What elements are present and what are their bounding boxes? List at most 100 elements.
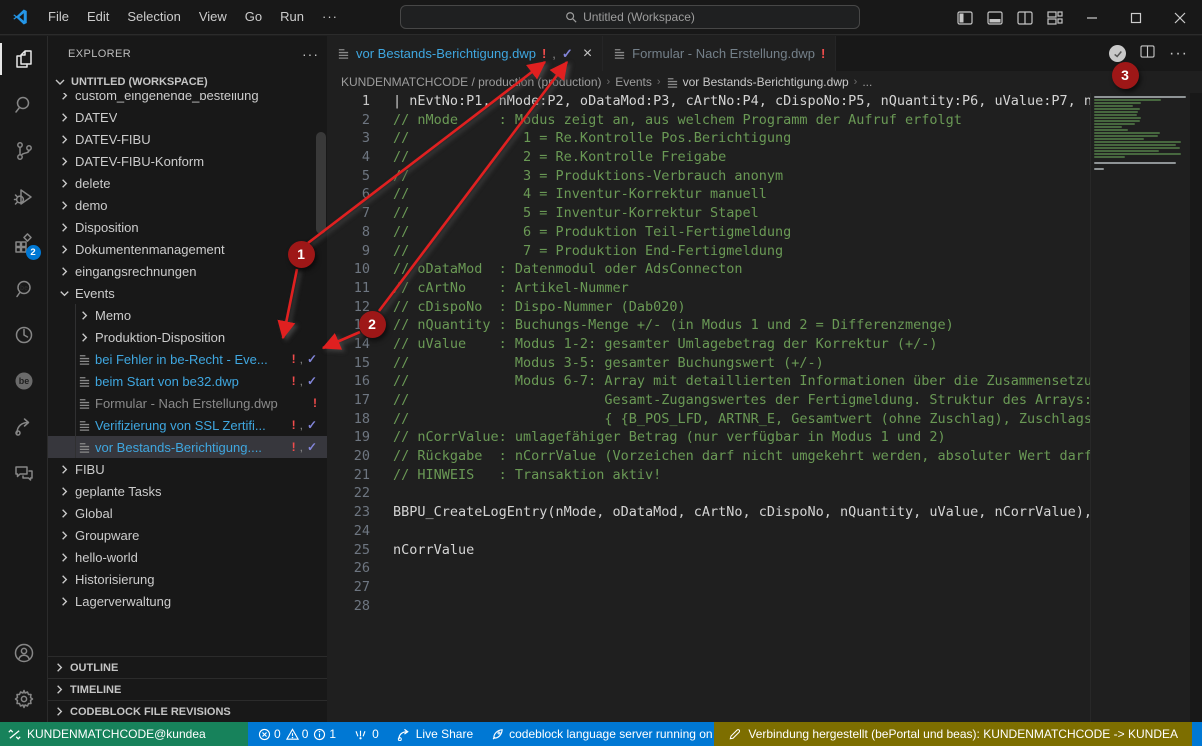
info-count: 1	[329, 727, 336, 741]
status-bar-tail	[1192, 722, 1202, 746]
remote-indicator[interactable]: KUNDENMATCHCODE@kundea	[0, 722, 248, 746]
tree-folder-datev-fibu-konform[interactable]: DATEV-FIBU-Konform	[48, 150, 327, 172]
info-icon	[313, 728, 326, 741]
menu-item-view[interactable]: View	[190, 4, 236, 30]
activity-be-search-icon[interactable]: be	[0, 266, 48, 312]
code-editor[interactable]: 1| nEvtNo:P1, nMode:P2, oDataMod:P3, cAr…	[327, 93, 1090, 722]
chevron-right-icon	[56, 462, 72, 477]
tree-file-beim-start-von-be32-dwp[interactable]: beim Start von be32.dwp!,✓	[48, 370, 327, 392]
minimap[interactable]	[1090, 93, 1190, 722]
minimize-button[interactable]	[1070, 0, 1114, 35]
tree-folder-custom-eingehende-bestellung[interactable]: custom_eingehende_bestellung	[48, 93, 327, 106]
activity-run-and-debug-icon[interactable]	[0, 174, 48, 220]
tree-folder-datev[interactable]: DATEV	[48, 106, 327, 128]
connection-status[interactable]: Verbindung hergestellt (bePortal und bea…	[714, 722, 1192, 746]
sidebar-scrollbar[interactable]	[316, 132, 326, 234]
activity-search-icon[interactable]	[0, 82, 48, 128]
split-editor-action-icon[interactable]	[1140, 45, 1155, 63]
editor-scrollbar[interactable]	[1190, 93, 1202, 722]
tree-file-verifizierung-von-ssl-zertifi[interactable]: Verifizierung von SSL Zertifi...!,✓	[48, 414, 327, 436]
language-server-status[interactable]: codeblock language server running on por…	[491, 727, 714, 741]
tab-vor-bestands-berichtigung-dwp[interactable]: vor Bestands-Berichtigung.dwp!,✓×	[327, 36, 603, 71]
menu-item-file[interactable]: File	[39, 4, 78, 30]
split-editor-icon[interactable]	[1010, 0, 1040, 35]
menu-item-go[interactable]: Go	[236, 4, 271, 30]
chevron-right-icon	[56, 93, 72, 103]
activity-share-icon[interactable]	[0, 404, 48, 450]
error-count: 0	[274, 727, 281, 741]
tree-folder-memo[interactable]: Memo	[48, 304, 327, 326]
section-codeblock-file-revisions[interactable]: CODEBLOCK FILE REVISIONS	[48, 700, 327, 722]
toggle-sidebar-icon[interactable]	[950, 0, 980, 35]
close-button[interactable]	[1158, 0, 1202, 35]
section-label: CODEBLOCK FILE REVISIONS	[70, 706, 231, 718]
line-text: // nCorrValue: umlagefähiger Betrag (nur…	[370, 429, 946, 448]
tree-folder-hello-world[interactable]: hello-world	[48, 546, 327, 568]
tree-folder-demo[interactable]: demo	[48, 194, 327, 216]
tab-close-icon[interactable]: ×	[583, 45, 592, 63]
title-bar: FileEditSelectionViewGoRun··· Untitled (…	[0, 0, 1202, 35]
problems-status[interactable]: 0 0 1	[258, 727, 336, 741]
tree-folder-delete[interactable]: delete	[48, 172, 327, 194]
check-action-icon[interactable]	[1109, 45, 1126, 62]
menu-item-selection[interactable]: Selection	[118, 4, 189, 30]
error-decoration: !	[313, 396, 317, 410]
tree-item-label: DATEV-FIBU-Konform	[75, 154, 204, 169]
activity-comments-icon[interactable]	[0, 450, 48, 496]
tree-file-vor-bestands-berichtigung[interactable]: vor Bestands-Berichtigung....!,✓	[48, 436, 327, 458]
line-text: // 4 = Inventur-Korrektur manuell	[370, 186, 767, 205]
tree-folder-events[interactable]: Events	[48, 282, 327, 304]
activity-extensions-icon[interactable]: 2	[0, 220, 48, 266]
tree-folder-fibu[interactable]: FIBU	[48, 458, 327, 480]
tree-folder-lagerverwaltung[interactable]: Lagerverwaltung	[48, 590, 327, 612]
tree-folder-dokumentenmanagement[interactable]: Dokumentenmanagement	[48, 238, 327, 260]
menu-item-[interactable]: ···	[313, 4, 347, 30]
tree-folder-disposition[interactable]: Disposition	[48, 216, 327, 238]
menu-item-run[interactable]: Run	[271, 4, 313, 30]
decoration-comma: ,	[300, 440, 303, 454]
tree-folder-historisierung[interactable]: Historisierung	[48, 568, 327, 590]
tree-item-label: beim Start von be32.dwp	[95, 374, 239, 389]
live-share-status[interactable]: Live Share	[397, 727, 473, 741]
chevron-right-icon	[76, 308, 92, 323]
section-outline[interactable]: OUTLINE	[48, 656, 327, 678]
breadcrumb-segment[interactable]: KUNDENMATCHCODE / production (production…	[341, 75, 602, 89]
menu-item-edit[interactable]: Edit	[78, 4, 118, 30]
workspace-root-row[interactable]: UNTITLED (WORKSPACE)	[48, 71, 327, 93]
code-line: 8// 6 = Produktion Teil-Fertigmeldung	[327, 224, 1090, 243]
tab-formular-nach-erstellung-dwp[interactable]: Formular - Nach Erstellung.dwp!	[603, 36, 836, 71]
code-line: 15// Modus 3-5: gesamter Buchungswert (+…	[327, 355, 1090, 374]
tab-check-decoration: ✓	[562, 46, 573, 62]
activity-account-icon[interactable]	[0, 630, 48, 676]
section-label: TIMELINE	[70, 684, 121, 696]
activity-be-logo-icon[interactable]: be	[0, 358, 48, 404]
chevron-right-icon	[56, 110, 72, 125]
tree-folder-mocks[interactable]: mocks	[48, 612, 327, 617]
customize-layout-icon[interactable]	[1040, 0, 1070, 35]
activity-history-icon[interactable]	[0, 312, 48, 358]
section-timeline[interactable]: TIMELINE	[48, 678, 327, 700]
tree-folder-produktion-disposition[interactable]: Produktion-Disposition	[48, 326, 327, 348]
breadcrumb-segment[interactable]: vor Bestands-Berichtigung.dwp	[666, 75, 849, 89]
maximize-button[interactable]	[1114, 0, 1158, 35]
tree-folder-groupware[interactable]: Groupware	[48, 524, 327, 546]
tree-folder-datev-fibu[interactable]: DATEV-FIBU	[48, 128, 327, 150]
toggle-panel-icon[interactable]	[980, 0, 1010, 35]
line-text	[370, 560, 393, 579]
tree-folder-global[interactable]: Global	[48, 502, 327, 524]
tree-folder-geplante-tasks[interactable]: geplante Tasks	[48, 480, 327, 502]
breadcrumb-segment[interactable]: Events	[615, 75, 652, 89]
tree-item-label: mocks	[75, 616, 113, 618]
more-actions-button[interactable]: ···	[1169, 45, 1188, 63]
explorer-more-button[interactable]: ···	[302, 46, 319, 62]
activity-explorer-icon[interactable]	[0, 36, 48, 82]
activity-source-control-icon[interactable]	[0, 128, 48, 174]
activity-settings-icon[interactable]	[0, 676, 48, 722]
tree-folder-eingangsrechnungen[interactable]: eingangsrechnungen	[48, 260, 327, 282]
workspace-search[interactable]: Untitled (Workspace)	[400, 5, 860, 29]
minimap-line	[1094, 141, 1181, 143]
breadcrumb-segment[interactable]: ...	[862, 75, 872, 89]
ports-status[interactable]: 0	[354, 727, 379, 741]
tree-file-formular-nach-erstellung-dwp[interactable]: Formular - Nach Erstellung.dwp!	[48, 392, 327, 414]
tree-file-bei-fehler-in-be-recht-eve[interactable]: bei Fehler in be-Recht - Eve...!,✓	[48, 348, 327, 370]
